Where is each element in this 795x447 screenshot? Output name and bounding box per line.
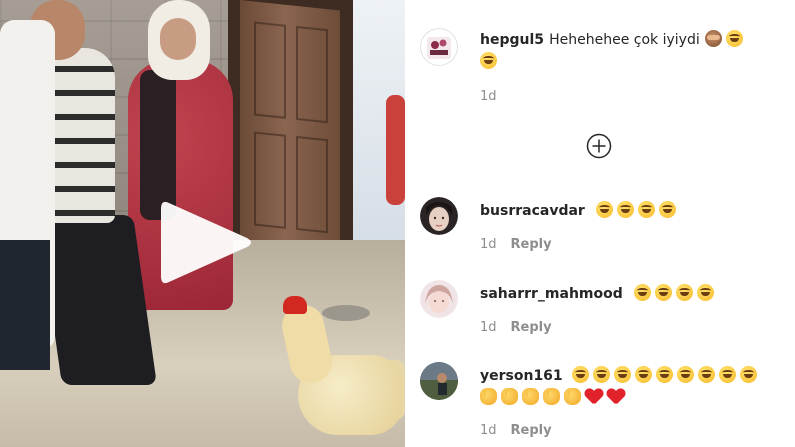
comment-line: hepgul5 Hehehehee çok iyiydi — [480, 29, 747, 48]
comment-time: 1d — [480, 237, 497, 252]
joy-emoji-icon — [725, 30, 743, 47]
reply-link[interactable]: Reply — [511, 423, 552, 438]
joy-emoji-icon — [613, 366, 631, 383]
heart-icon — [607, 388, 625, 405]
avatar[interactable] — [420, 28, 458, 66]
comment-text: Hehehehee çok iyiydi — [549, 32, 700, 48]
avatar[interactable] — [420, 280, 458, 318]
reply-link[interactable]: Reply — [511, 237, 552, 252]
comment-meta: 1d Reply — [480, 320, 552, 335]
clap-emoji-icon — [480, 388, 497, 405]
comment-username[interactable]: saharrr_mahmood — [480, 286, 623, 302]
see-no-evil-monkey-icon — [704, 30, 722, 47]
clap-emoji-icon — [564, 388, 581, 405]
joy-emoji-icon — [592, 366, 610, 383]
comment-time: 1d — [480, 423, 497, 438]
reply-link[interactable]: Reply — [511, 320, 552, 335]
play-icon[interactable] — [155, 195, 255, 290]
comment-line: yerson161 — [480, 365, 761, 384]
joy-emoji-icon — [654, 284, 672, 301]
joy-emoji-icon — [595, 201, 613, 218]
joy-emoji-icon — [480, 52, 497, 69]
comment-meta: 1d Reply — [480, 237, 552, 252]
joy-emoji-icon — [675, 284, 693, 301]
joy-emoji-icon — [633, 284, 651, 301]
comment-time: 1d — [480, 89, 497, 104]
joy-emoji-icon — [616, 201, 634, 218]
clap-emoji-icon — [501, 388, 518, 405]
comment-username[interactable]: busrracavdar — [480, 203, 585, 219]
joy-emoji-icon — [718, 366, 736, 383]
clap-emoji-icon — [543, 388, 560, 405]
comment-username[interactable]: yerson161 — [480, 368, 563, 384]
comment-line: busrracavdar — [480, 200, 680, 219]
comment-time: 1d — [480, 320, 497, 335]
joy-emoji-icon — [676, 366, 694, 383]
comment-meta: 1d Reply — [480, 423, 552, 438]
joy-emoji-icon — [697, 366, 715, 383]
joy-emoji-icon — [571, 366, 589, 383]
plus-circle-icon[interactable] — [586, 133, 612, 159]
comment-username[interactable]: hepgul5 — [480, 32, 544, 48]
joy-emoji-icon — [634, 366, 652, 383]
joy-emoji-icon — [658, 201, 676, 218]
comments-panel: hepgul5 Hehehehee çok iyiydi 1d busrraca… — [405, 0, 795, 447]
avatar[interactable] — [420, 362, 458, 400]
comment-meta: 1d — [480, 89, 497, 104]
video-door — [240, 0, 340, 271]
heart-icon — [585, 388, 603, 405]
joy-emoji-icon — [696, 284, 714, 301]
joy-emoji-icon — [655, 366, 673, 383]
clap-emoji-icon — [522, 388, 539, 405]
joy-emoji-icon — [739, 366, 757, 383]
video-player[interactable] — [0, 0, 405, 447]
joy-emoji-icon — [637, 201, 655, 218]
avatar[interactable] — [420, 197, 458, 235]
comment-line: saharrr_mahmood — [480, 283, 718, 302]
video-child-outside — [386, 95, 405, 205]
video-bowl — [322, 305, 370, 321]
